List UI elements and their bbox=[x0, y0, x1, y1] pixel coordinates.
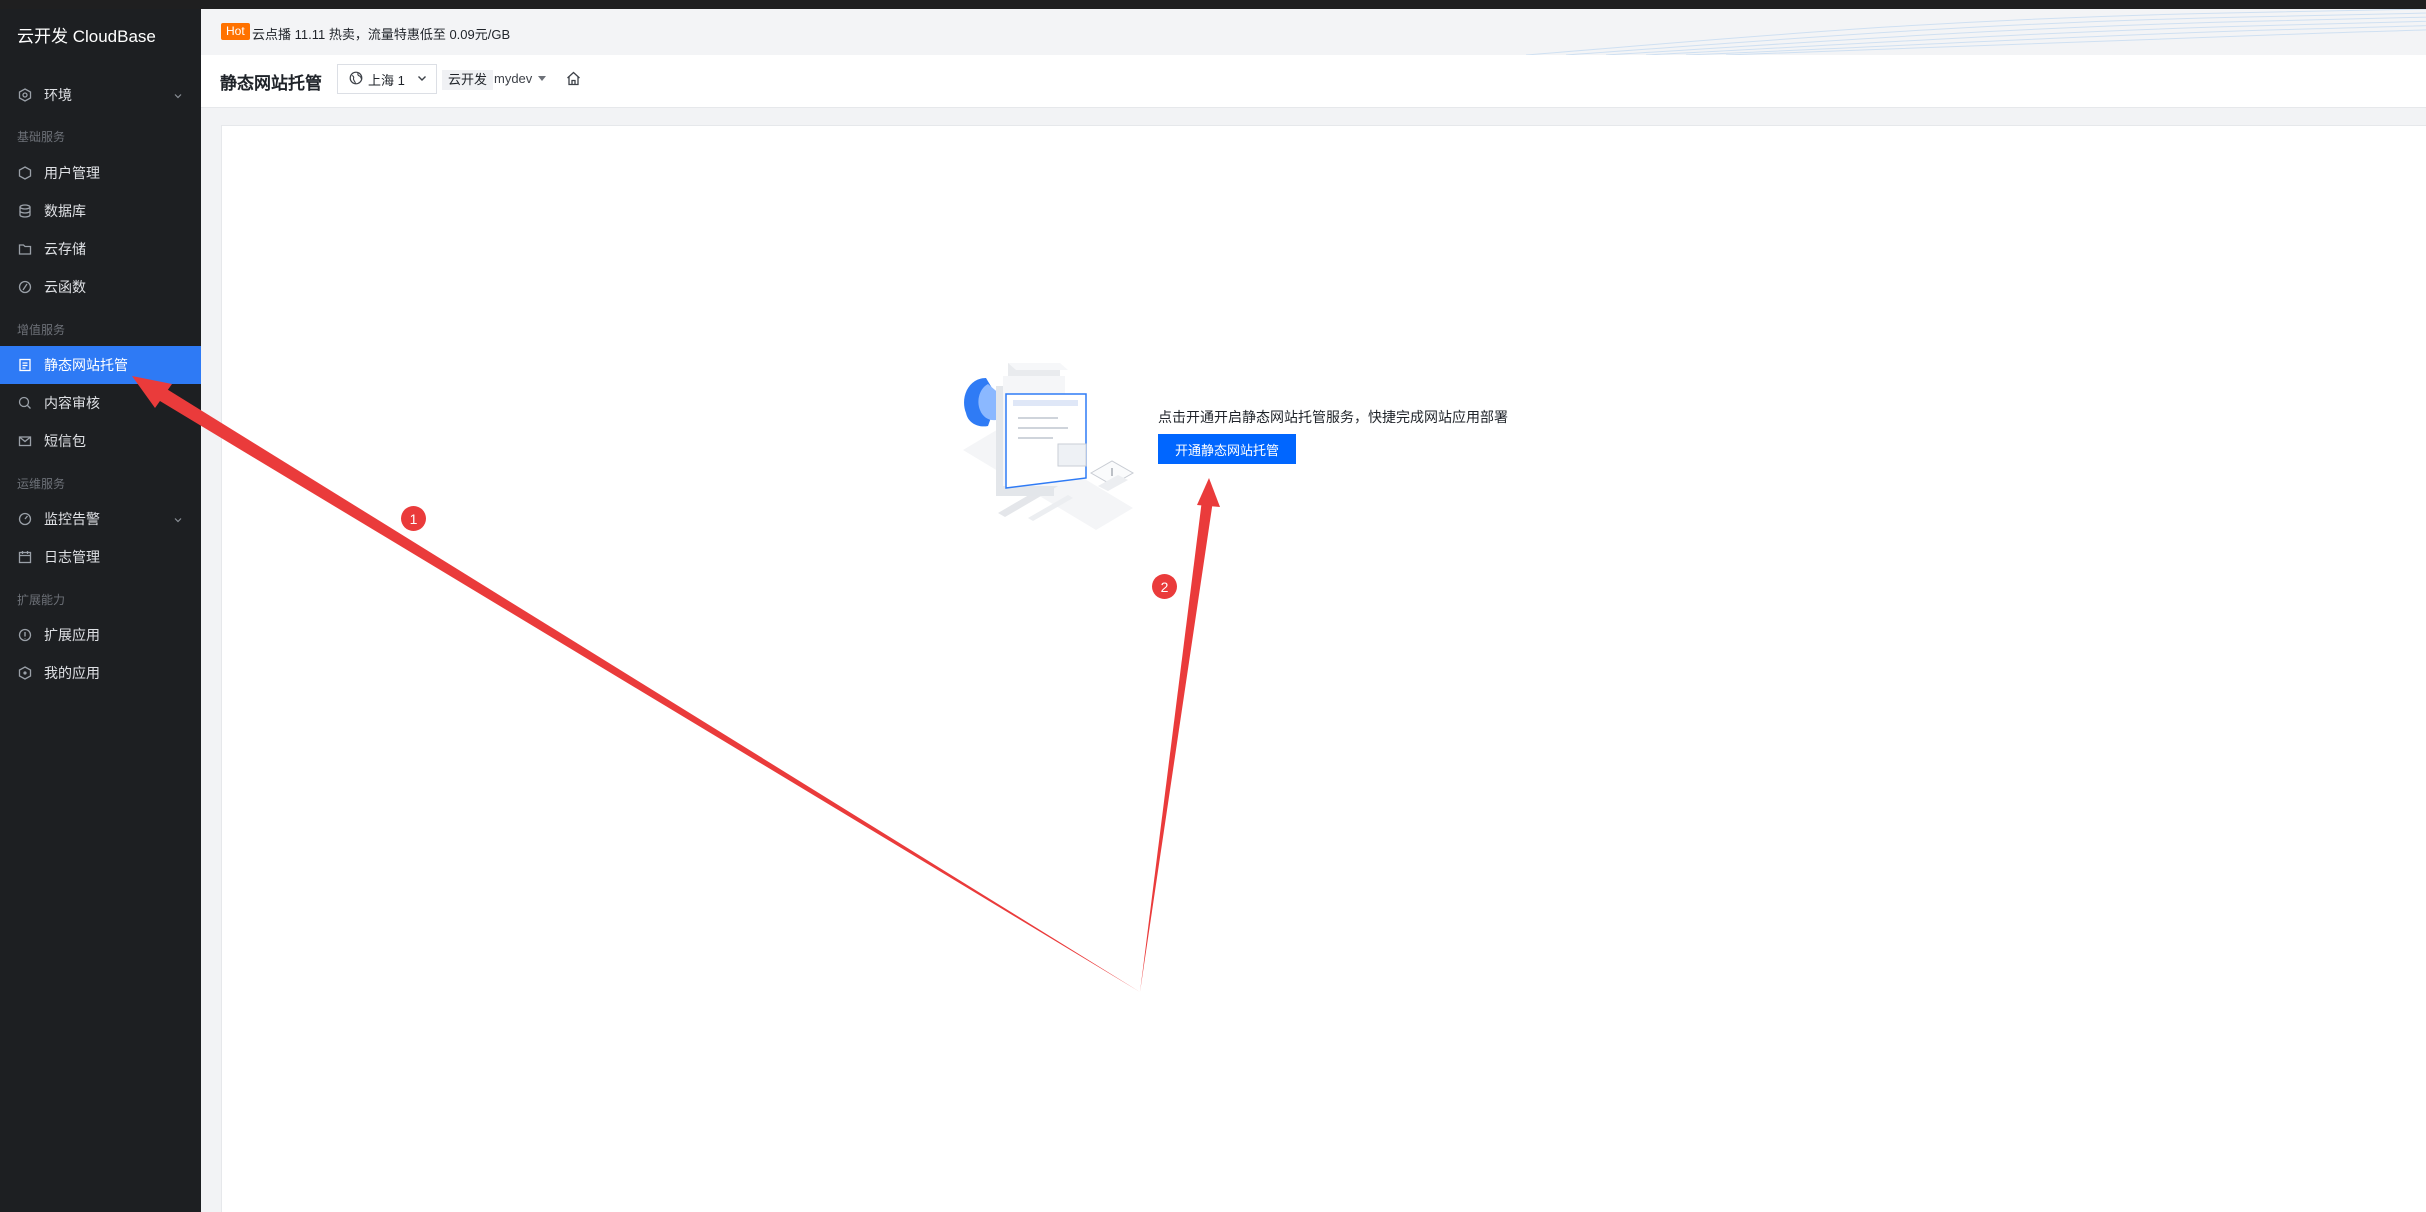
folder-icon bbox=[17, 241, 33, 257]
page-title: 静态网站托管 bbox=[220, 74, 322, 93]
sidebar-item-sms-package[interactable]: 短信包 bbox=[0, 422, 201, 460]
document-icon bbox=[17, 357, 33, 373]
sidebar-item-label: 用户管理 bbox=[44, 165, 100, 181]
monitor-icon bbox=[17, 511, 33, 527]
environment-icon bbox=[17, 87, 33, 103]
region-value: 上海 1 bbox=[368, 72, 405, 88]
region-select[interactable]: 上海 1 bbox=[337, 64, 437, 94]
home-icon[interactable] bbox=[565, 70, 582, 92]
search-icon bbox=[17, 395, 33, 411]
caret-down-icon bbox=[538, 75, 547, 81]
sidebar-item-label: 环境 bbox=[44, 87, 72, 103]
database-icon bbox=[17, 203, 33, 219]
sidebar-item-cloud-function[interactable]: 云函数 bbox=[0, 268, 201, 306]
env-label: 云开发 bbox=[442, 70, 494, 90]
decorative-wave-pattern bbox=[1526, 9, 2426, 55]
sidebar-group-basic: 基础服务 bbox=[17, 130, 66, 144]
sidebar-item-extension-apps[interactable]: 扩展应用 bbox=[0, 616, 201, 654]
globe-icon bbox=[349, 71, 363, 88]
window-top-strip bbox=[0, 0, 2426, 9]
empty-state-illustration bbox=[963, 363, 1135, 530]
mail-icon bbox=[17, 433, 33, 449]
function-icon bbox=[17, 279, 33, 295]
main-content-panel bbox=[221, 125, 2426, 1212]
sidebar-item-environment[interactable]: 环境 bbox=[0, 76, 201, 114]
chevron-down-icon bbox=[173, 512, 183, 528]
sidebar-item-user-management[interactable]: 用户管理 bbox=[0, 154, 201, 192]
annotation-marker-2: 2 bbox=[1152, 574, 1177, 599]
sidebar-item-database[interactable]: 数据库 bbox=[0, 192, 201, 230]
hot-badge: Hot bbox=[221, 23, 250, 40]
sidebar-item-content-review[interactable]: 内容审核 bbox=[0, 384, 201, 422]
sidebar-item-label: 内容审核 bbox=[44, 395, 100, 411]
annotation-marker-1: 1 bbox=[401, 506, 426, 531]
sidebar-item-cloud-storage[interactable]: 云存储 bbox=[0, 230, 201, 268]
user-icon bbox=[17, 165, 33, 181]
sidebar-item-label: 监控告警 bbox=[44, 511, 100, 527]
sidebar-group-extension: 扩展能力 bbox=[17, 593, 66, 607]
enable-static-hosting-button[interactable]: 开通静态网站托管 bbox=[1158, 434, 1296, 464]
sidebar-item-label: 我的应用 bbox=[44, 665, 100, 681]
calendar-icon bbox=[17, 549, 33, 565]
env-select[interactable]: mydev bbox=[494, 71, 547, 86]
sidebar-item-log-management[interactable]: 日志管理 bbox=[0, 538, 201, 576]
sidebar-item-label: 静态网站托管 bbox=[44, 357, 128, 373]
chevron-down-icon bbox=[173, 88, 183, 104]
empty-state-description: 点击开通开启静态网站托管服务，快捷完成网站应用部署 bbox=[1158, 409, 1508, 425]
sidebar-item-label: 短信包 bbox=[44, 433, 86, 449]
sidebar-item-my-apps[interactable]: 我的应用 bbox=[0, 654, 201, 692]
sidebar-item-label: 云函数 bbox=[44, 279, 86, 295]
sidebar-item-label: 数据库 bbox=[44, 203, 86, 219]
announcement-link[interactable]: 云点播 11.11 热卖，流量特惠低至 0.09元/GB bbox=[252, 24, 510, 43]
sidebar-group-ops: 运维服务 bbox=[17, 477, 66, 491]
extension-icon bbox=[17, 627, 33, 643]
sidebar-item-label: 日志管理 bbox=[44, 549, 100, 565]
env-value: mydev bbox=[494, 71, 533, 86]
brand-title: 云开发 CloudBase bbox=[17, 27, 156, 46]
sidebar-item-monitoring[interactable]: 监控告警 bbox=[0, 500, 201, 538]
chevron-down-icon bbox=[416, 72, 428, 87]
sidebar-item-label: 扩展应用 bbox=[44, 627, 100, 643]
sidebar-group-value-added: 增值服务 bbox=[17, 323, 66, 337]
announcement-bar bbox=[201, 9, 2426, 55]
sidebar-item-static-hosting[interactable]: 静态网站托管 bbox=[0, 346, 201, 384]
sidebar-item-label: 云存储 bbox=[44, 241, 86, 257]
app-icon bbox=[17, 665, 33, 681]
